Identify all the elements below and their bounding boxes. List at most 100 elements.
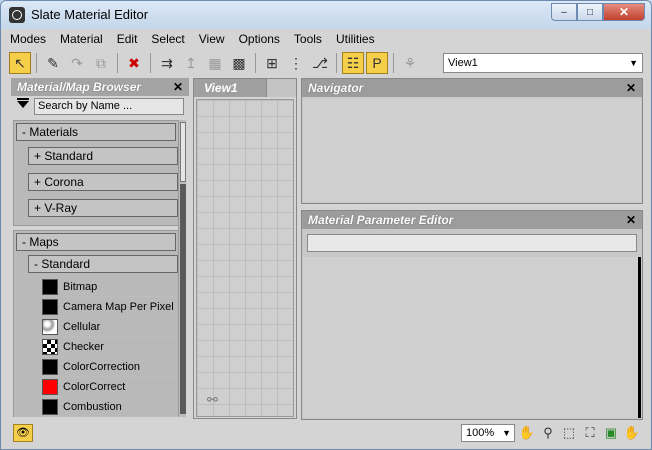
zoom-extents-selected-icon[interactable]: ▣ bbox=[601, 423, 621, 443]
chevron-down-icon: ▼ bbox=[629, 58, 638, 68]
view-navigation-icons: ✋ ⚲ ⬚ ⛶ ▣ ✋ bbox=[517, 423, 642, 443]
map-label: Camera Map Per Pixel bbox=[63, 300, 174, 313]
map-swatch-icon bbox=[42, 398, 58, 415]
zoom-select[interactable]: 100% ▼ bbox=[461, 424, 515, 442]
layout-vertical-icon[interactable]: ⋮ bbox=[285, 52, 307, 74]
material-group[interactable]: + Corona bbox=[28, 173, 178, 191]
map-label: ColorCorrect bbox=[63, 380, 126, 393]
pan-to-selected-icon[interactable]: ✋ bbox=[622, 423, 642, 443]
zoom-extents-icon[interactable]: ⛶ bbox=[580, 423, 600, 443]
select-arrow-icon[interactable]: ↖ bbox=[9, 52, 31, 74]
view-select[interactable]: View1 ▼ bbox=[443, 53, 643, 73]
parameter-editor-header[interactable]: Material Parameter Editor ✕ bbox=[302, 211, 642, 229]
scrollbar-thumb[interactable] bbox=[180, 122, 186, 182]
list-item[interactable]: Combustion bbox=[42, 397, 178, 417]
menu-tools[interactable]: Tools bbox=[287, 32, 329, 46]
navigator-header[interactable]: Navigator ✕ bbox=[302, 79, 642, 97]
maps-block: - Maps - Standard Bitmap Camera Map Per P… bbox=[13, 230, 179, 417]
maps-group-header[interactable]: - Maps bbox=[16, 233, 176, 251]
checker-background-icon[interactable]: ▩ bbox=[228, 52, 250, 74]
pick-material-icon[interactable]: ✎ bbox=[42, 52, 64, 74]
zoom-region-icon[interactable]: ⬚ bbox=[559, 423, 579, 443]
menu-edit[interactable]: Edit bbox=[110, 32, 145, 46]
zoom-value: 100% bbox=[466, 427, 495, 439]
materials-block: - Materials + Standard + Corona + V-Ray bbox=[13, 120, 179, 226]
select-by-material-icon[interactable]: ⚘ bbox=[399, 52, 421, 74]
map-swatch-icon bbox=[42, 378, 58, 395]
browser-options-icon[interactable] bbox=[17, 98, 29, 108]
material-name-field[interactable] bbox=[307, 234, 637, 252]
material-group[interactable]: + Standard bbox=[28, 147, 178, 165]
toolbar-separator bbox=[117, 53, 118, 73]
slate-material-editor-window: Slate Material Editor – □ ✕ Modes Materia… bbox=[0, 0, 652, 450]
browser-header[interactable]: Material/Map Browser ✕ bbox=[11, 78, 189, 96]
view1-panel: View1 ⚯ bbox=[193, 78, 297, 419]
status-bar: 👁 100% ▼ ✋ ⚲ ⬚ ⛶ ▣ ✋ bbox=[3, 421, 649, 447]
node-view-canvas[interactable]: ⚯ bbox=[196, 99, 294, 417]
close-icon[interactable]: ✕ bbox=[173, 78, 183, 96]
list-item[interactable]: Checker bbox=[42, 337, 178, 357]
eye-icon[interactable]: 👁 bbox=[13, 424, 33, 442]
browser-scrollbar[interactable] bbox=[178, 120, 186, 417]
list-item[interactable]: Camera Map Per Pixel bbox=[42, 297, 178, 317]
list-item[interactable]: ColorCorrection bbox=[42, 357, 178, 377]
navigator-body[interactable] bbox=[303, 98, 641, 202]
map-swatch-icon bbox=[42, 278, 58, 295]
toolbar-separator bbox=[393, 53, 394, 73]
toolbar-separator bbox=[36, 53, 37, 73]
assign-to-selection-icon[interactable]: ⧉ bbox=[90, 52, 112, 74]
list-item[interactable]: Bitmap bbox=[42, 277, 178, 297]
show-background-icon[interactable]: ↥ bbox=[180, 52, 202, 74]
map-swatch-icon bbox=[42, 358, 58, 375]
parameter-editor-body[interactable] bbox=[303, 257, 641, 418]
menu-options[interactable]: Options bbox=[232, 32, 287, 46]
move-children-icon[interactable]: ⇉ bbox=[156, 52, 178, 74]
view-select-value: View1 bbox=[448, 57, 478, 69]
list-item[interactable]: Cellular bbox=[42, 317, 178, 337]
map-label: Cellular bbox=[63, 320, 101, 333]
maps-standard-header[interactable]: - Standard bbox=[28, 255, 178, 273]
menu-material[interactable]: Material bbox=[53, 32, 110, 46]
show-map-icon[interactable]: ▦ bbox=[204, 52, 226, 74]
navigator-panel: Navigator ✕ bbox=[301, 78, 643, 204]
pan-icon[interactable]: ✋ bbox=[517, 423, 537, 443]
layout-children-icon[interactable]: ⎇ bbox=[309, 52, 331, 74]
tab-view1[interactable]: View1 bbox=[194, 79, 266, 97]
parameter-editor-panel: Material Parameter Editor ✕ bbox=[301, 210, 643, 420]
browser-tree: - Materials + Standard + Corona + V-Ray - … bbox=[13, 120, 179, 417]
close-button[interactable]: ✕ bbox=[603, 3, 645, 21]
close-icon[interactable]: ✕ bbox=[626, 211, 636, 229]
minimize-button[interactable]: – bbox=[551, 3, 577, 21]
menu-utilities[interactable]: Utilities bbox=[329, 32, 382, 46]
delete-icon[interactable]: ✖ bbox=[123, 52, 145, 74]
materials-group-header[interactable]: - Materials bbox=[16, 123, 176, 141]
toolbar-separator bbox=[255, 53, 256, 73]
maximize-button[interactable]: □ bbox=[577, 3, 603, 21]
material-map-browser-icon[interactable]: ☷ bbox=[342, 52, 364, 74]
scrollbar-track[interactable] bbox=[180, 184, 186, 414]
map-swatch-icon bbox=[42, 338, 58, 355]
search-row: Search by Name ... bbox=[11, 96, 189, 118]
browser-title: Material/Map Browser bbox=[17, 80, 142, 94]
layout-all-icon[interactable]: ⊞ bbox=[261, 52, 283, 74]
binoculars-icon[interactable]: ⚯ bbox=[207, 392, 218, 408]
list-item[interactable]: ColorCorrect bbox=[42, 377, 178, 397]
search-input[interactable]: Search by Name ... bbox=[34, 98, 184, 115]
parameter-editor-title: Material Parameter Editor bbox=[308, 213, 454, 227]
menu-select[interactable]: Select bbox=[144, 32, 191, 46]
close-icon[interactable]: ✕ bbox=[626, 79, 636, 97]
material-map-browser-panel: Material/Map Browser ✕ Search by Name ..… bbox=[11, 78, 189, 419]
menu-view[interactable]: View bbox=[192, 32, 232, 46]
parameter-editor-icon[interactable]: P bbox=[366, 52, 388, 74]
put-to-scene-icon[interactable]: ↷ bbox=[66, 52, 88, 74]
menu-modes[interactable]: Modes bbox=[3, 32, 53, 46]
material-group[interactable]: + V-Ray bbox=[28, 199, 178, 217]
window-controls: – □ ✕ bbox=[551, 3, 645, 21]
window-title: Slate Material Editor bbox=[31, 7, 149, 22]
toolbar-separator bbox=[150, 53, 151, 73]
zoom-icon[interactable]: ⚲ bbox=[538, 423, 558, 443]
toolbar-separator bbox=[336, 53, 337, 73]
title-bar[interactable]: Slate Material Editor – □ ✕ bbox=[1, 1, 651, 29]
map-label: Checker bbox=[63, 340, 104, 353]
view-tab-empty[interactable] bbox=[266, 79, 296, 97]
